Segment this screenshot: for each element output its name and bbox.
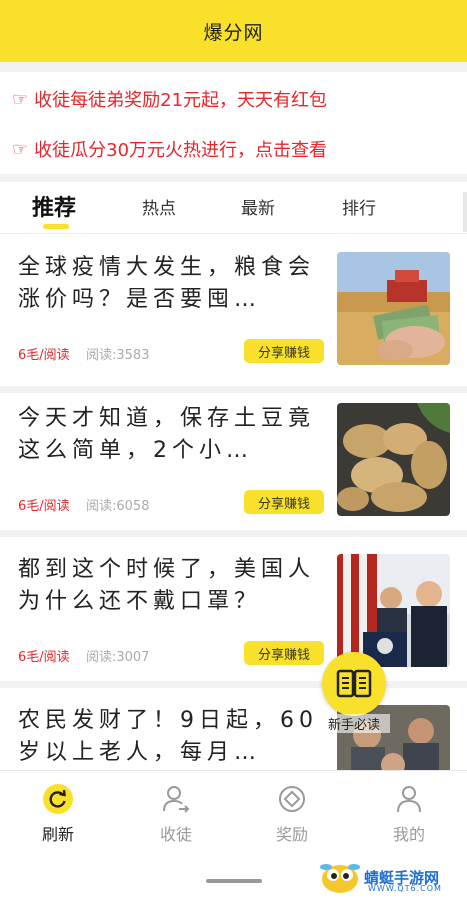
article-divider — [0, 681, 467, 688]
user-icon — [393, 783, 425, 815]
tab-hot[interactable]: 热点 — [142, 194, 176, 219]
article-card[interactable]: 农民发财了！9日起，60岁以上老人，每月… — [0, 689, 467, 770]
home-indicator[interactable] — [206, 879, 262, 883]
watermark-url: WWW.QT6.COM — [368, 884, 442, 893]
article-card[interactable]: 都到这个时候了，美国人为什么还不戴口罩？ 6毛/阅读 阅读:3007 分享赚钱 — [0, 538, 467, 688]
person-arrow-icon — [160, 783, 192, 815]
app-title: 爆分网 — [203, 21, 264, 44]
article-reads: 阅读:3007 — [86, 650, 150, 665]
article-title: 全球疫情大发生，粮食会涨价吗？是否要囤… — [18, 255, 316, 312]
nav-label: 收徒 — [159, 825, 192, 844]
nav-profile[interactable]: 我的 — [369, 783, 449, 845]
article-card[interactable]: 全球疫情大发生，粮食会涨价吗？是否要囤… 6毛/阅读 阅读:3583 分享赚钱 — [0, 236, 467, 386]
nav-label: 奖励 — [275, 825, 308, 844]
header-separator — [0, 62, 467, 72]
article-reads: 阅读:3583 — [86, 348, 150, 363]
article-reads: 阅读:6058 — [86, 499, 150, 514]
nav-rewards[interactable]: 奖励 — [252, 783, 332, 845]
app-header: 爆分网 — [0, 0, 467, 62]
article-thumbnail — [337, 403, 450, 516]
article-thumbnail — [337, 252, 450, 365]
tab-recommend[interactable]: 推荐 — [32, 190, 76, 222]
nav-label: 我的 — [392, 825, 425, 844]
beginner-guide-button[interactable] — [322, 652, 386, 716]
dragonfly-logo-icon — [320, 864, 360, 893]
share-earn-button[interactable]: 分享赚钱 — [244, 641, 324, 665]
notice-text: 收徒瓜分30万元火热进行，点击查看 — [34, 140, 328, 161]
tab-latest[interactable]: 最新 — [241, 194, 275, 219]
article-price: 6毛/阅读 — [18, 348, 70, 363]
article-card[interactable]: 今天才知道，保存土豆竟这么简单，2个小… 6毛/阅读 阅读:6058 分享赚钱 — [0, 387, 467, 537]
pointing-hand-icon: ☞ — [12, 88, 29, 110]
share-earn-button[interactable]: 分享赚钱 — [244, 339, 324, 363]
beginner-guide-label: 新手必读 — [318, 714, 390, 733]
share-earn-button[interactable]: 分享赚钱 — [244, 490, 324, 514]
article-price: 6毛/阅读 — [18, 499, 70, 514]
book-icon — [336, 669, 372, 698]
notice-invite-bonus[interactable]: ☞ 收徒瓜分30万元火热进行，点击查看 — [0, 124, 467, 174]
article-thumbnail — [337, 554, 450, 667]
notice-text: 收徒每徒弟奖励21元起，天天有红包 — [34, 90, 328, 111]
category-tabs: 推荐 热点 最新 排行 — [0, 182, 467, 234]
bottom-navigation: 刷新 收徒 奖励 我的 — [0, 770, 467, 860]
coin-icon — [276, 783, 308, 815]
nav-invite[interactable]: 收徒 — [136, 783, 216, 845]
article-price: 6毛/阅读 — [18, 650, 70, 665]
refresh-icon — [42, 783, 74, 815]
article-title: 农民发财了！9日起，60岁以上老人，每月… — [18, 708, 318, 765]
nav-label: 刷新 — [41, 825, 74, 844]
site-watermark: 蜻蜓手游网 WWW.QT6.COM — [320, 858, 460, 896]
active-tab-indicator — [43, 224, 69, 229]
notice-separator — [0, 174, 467, 182]
article-divider — [0, 530, 467, 537]
pointing-hand-icon: ☞ — [12, 138, 29, 160]
tabs-scroll-edge — [463, 192, 467, 232]
tab-ranking[interactable]: 排行 — [342, 194, 376, 219]
nav-refresh[interactable]: 刷新 — [18, 783, 98, 845]
article-title: 今天才知道，保存土豆竟这么简单，2个小… — [18, 406, 316, 463]
notice-invite-reward[interactable]: ☞ 收徒每徒弟奖励21元起，天天有红包 — [0, 74, 467, 124]
article-title: 都到这个时候了，美国人为什么还不戴口罩？ — [18, 557, 316, 614]
